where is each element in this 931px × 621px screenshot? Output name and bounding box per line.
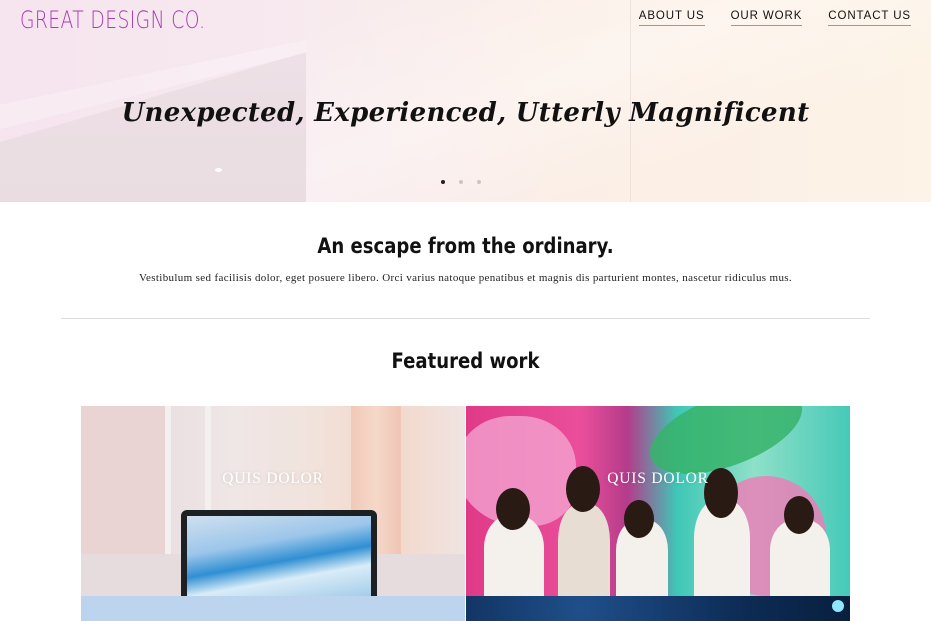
featured-title: Featured work (391, 349, 540, 373)
slider-dots (441, 180, 481, 184)
hero-bg-spot (215, 168, 222, 172)
person-head (496, 488, 530, 530)
slider-dot-2[interactable] (459, 180, 463, 184)
main-nav: ABOUT US OUR WORK CONTACT US (638, 10, 911, 26)
laptop-image (181, 510, 377, 596)
intro-text: Vestibulum sed facilisis dolor, eget pos… (138, 272, 793, 284)
person-figure (558, 504, 610, 596)
hero-title: Unexpected, Experienced, Utterly Magnifi… (121, 98, 810, 128)
hero-slider: GREAT DESIGN CO. ABOUT US OUR WORK CONTA… (0, 0, 931, 202)
featured-tile-4[interactable] (466, 596, 850, 621)
tile-label: QUIS DOLOR (222, 470, 324, 487)
featured-tile-laptop[interactable]: QUIS DOLOR (81, 406, 465, 596)
slider-dot-3[interactable] (477, 180, 481, 184)
featured-tile-3[interactable] (81, 596, 465, 621)
laptop-screen (187, 516, 371, 596)
featured-tile-mural[interactable]: QUIS DOLOR (466, 406, 850, 596)
person-head (624, 500, 654, 538)
tile-image-glow (832, 600, 844, 612)
nav-contact-us[interactable]: CONTACT US (828, 10, 911, 26)
nav-about-us[interactable]: ABOUT US (638, 10, 705, 26)
section-divider (61, 318, 870, 319)
nav-our-work[interactable]: OUR WORK (730, 10, 803, 26)
tile-label: QUIS DOLOR (607, 470, 709, 487)
intro-title: An escape from the ordinary. (317, 234, 614, 258)
site-logo[interactable]: GREAT DESIGN CO. (20, 6, 205, 34)
slider-dot-1[interactable] (441, 180, 445, 184)
person-head (784, 496, 814, 534)
